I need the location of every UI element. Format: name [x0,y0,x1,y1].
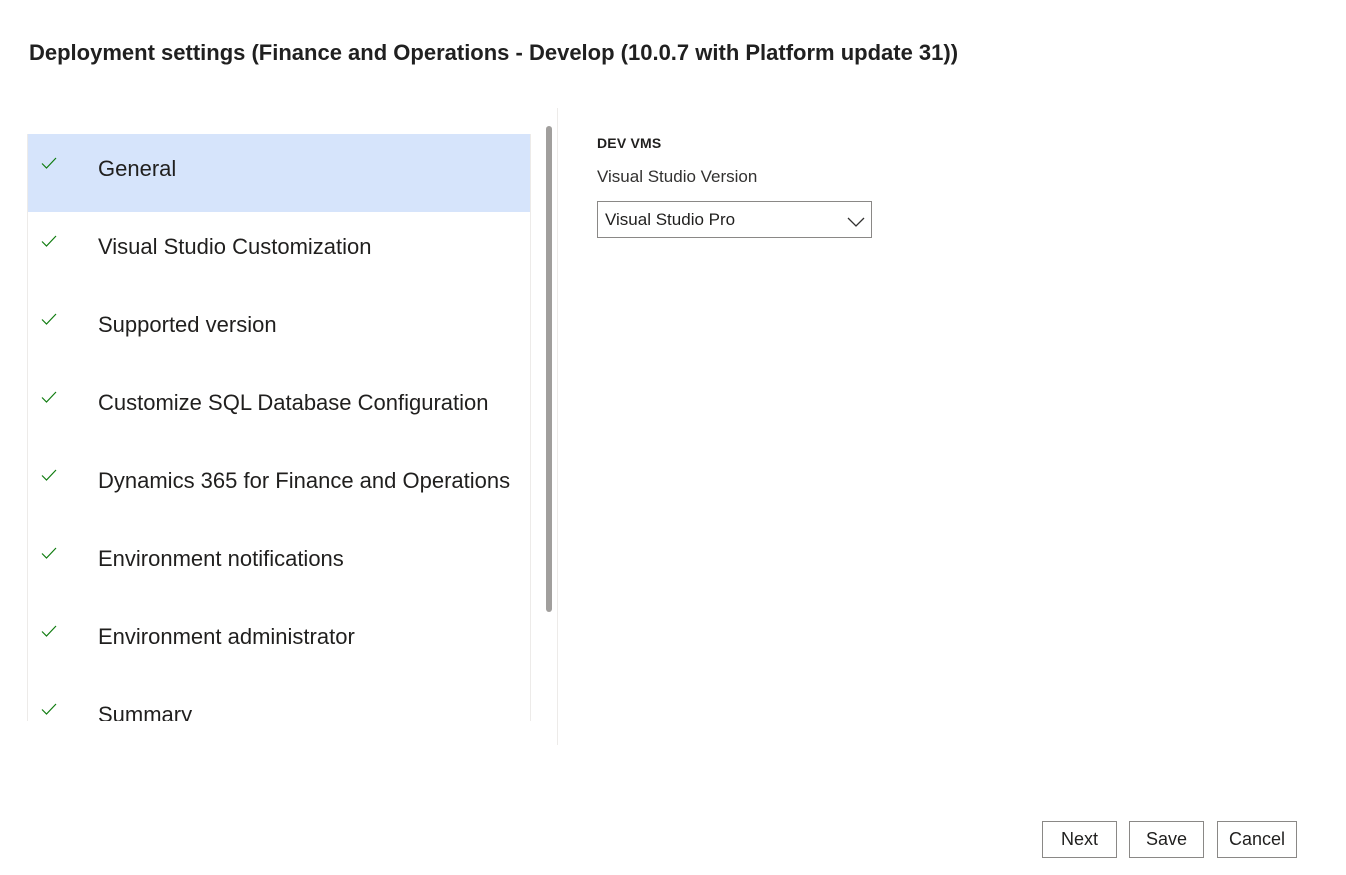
nav-item-label: General [98,156,177,181]
nav-item-environment-administrator[interactable]: Environment administrator [28,602,530,680]
check-icon [41,702,57,715]
vs-version-dropdown[interactable]: Visual Studio Pro [597,201,872,238]
chevron-down-icon [847,214,865,227]
check-icon [41,312,57,325]
nav-item-visual-studio-customization[interactable]: Visual Studio Customization [28,212,530,290]
nav-item-sql-database-configuration[interactable]: Customize SQL Database Configuration [28,368,530,446]
vs-version-label: Visual Studio Version [597,167,758,186]
nav-item-general[interactable]: General [28,134,530,212]
next-button[interactable]: Next [1042,821,1117,858]
check-icon [41,468,57,481]
nav-item-label: Summary [98,702,193,721]
settings-nav-list: General Visual Studio Customization Supp… [27,134,531,721]
nav-item-label: Environment administrator [98,624,355,649]
check-icon [41,546,57,559]
nav-item-environment-notifications[interactable]: Environment notifications [28,524,530,602]
nav-item-label: Environment notifications [98,546,344,571]
nav-item-dynamics-365[interactable]: Dynamics 365 for Finance and Operations [28,446,530,524]
nav-item-summary[interactable]: Summary [28,680,530,721]
check-icon [41,156,57,169]
check-icon [41,234,57,247]
nav-item-supported-version[interactable]: Supported version [28,290,530,368]
deployment-settings-dialog: Deployment settings (Finance and Operati… [0,0,1346,875]
cancel-button[interactable]: Cancel [1217,821,1297,858]
panel-divider [557,108,558,745]
nav-scrollbar-thumb[interactable] [546,126,552,612]
check-icon [41,624,57,637]
nav-item-label: Customize SQL Database Configuration [98,390,489,415]
nav-item-label: Dynamics 365 for Finance and Operations [98,468,511,493]
page-title: Deployment settings (Finance and Operati… [29,40,959,65]
save-button[interactable]: Save [1129,821,1204,858]
check-icon [41,390,57,403]
vs-version-selected-value: Visual Studio Pro [605,210,736,229]
nav-item-label: Supported version [98,312,277,337]
nav-item-label: Visual Studio Customization [98,234,372,259]
section-heading: DEV VMS [597,135,662,151]
